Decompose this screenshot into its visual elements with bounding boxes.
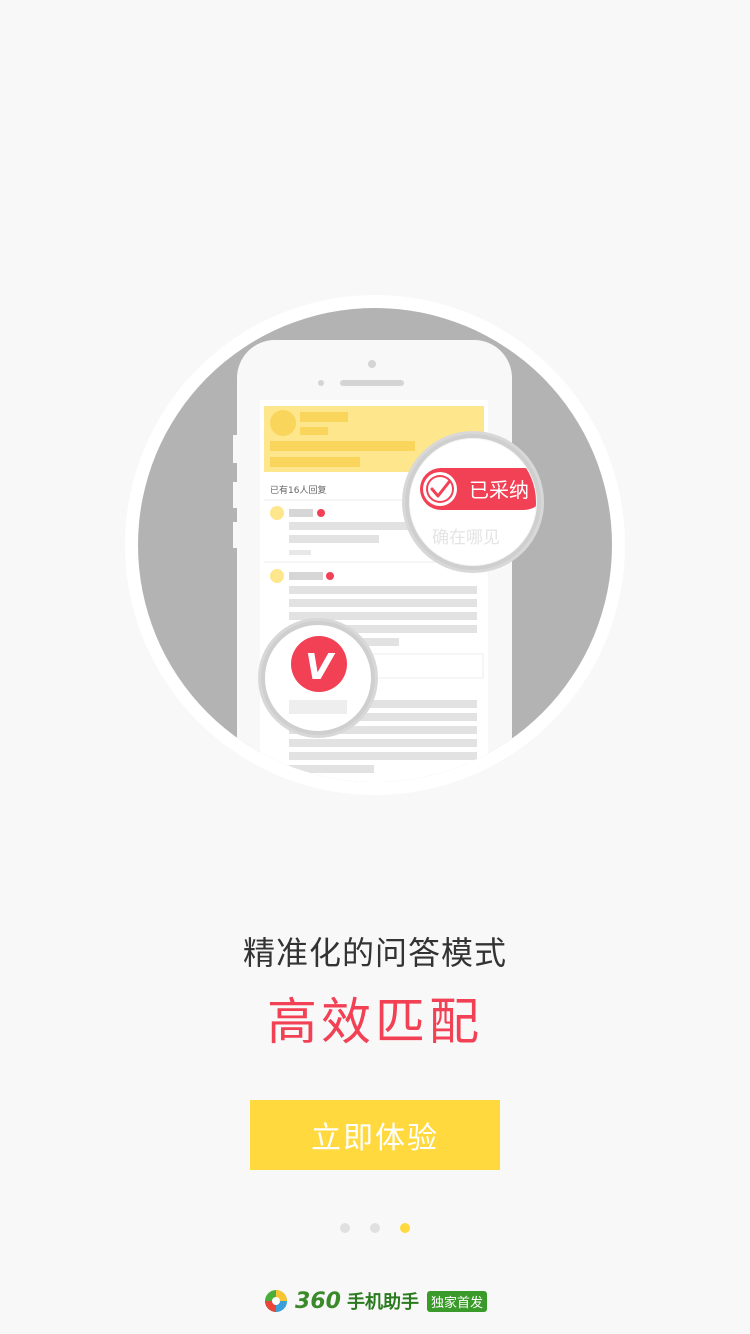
phone-mockup: 已有16人回复 [233,340,512,782]
brand-number: 360 [295,1288,341,1314]
answer-avatar [270,506,284,520]
try-now-button[interactable]: 立即体验 [250,1100,500,1170]
verified-mini-icon [326,572,334,580]
brand-name: 手机助手 [346,1292,419,1313]
verified-letter: V [305,647,336,688]
page-dot-1[interactable] [340,1223,350,1233]
camera-dot [368,360,376,368]
answer-avatar [270,569,284,583]
feature-headline: 高效匹配 [267,993,483,1051]
asker-avatar [270,410,296,436]
reply-count-label: 已有16人回复 [270,484,326,496]
360-logo-icon [265,1290,288,1312]
feature-subtitle: 精准化的问答模式 [242,934,507,972]
page-indicator [0,1223,750,1233]
page-dot-2[interactable] [370,1223,380,1233]
onboarding-illustration: 已有16人回复 已采纳 确在哪见 V [125,295,625,795]
verified-mini-icon [317,509,325,517]
footer-brand: 360 手机助手 独家首发 [0,1288,750,1314]
page-dot-3-active[interactable] [400,1223,410,1233]
magnified-text: 确在哪见 [432,528,500,548]
speaker-slot [340,380,404,386]
exclusive-badge: 独家首发 [426,1290,487,1312]
adopted-label: 已采纳 [469,478,529,502]
